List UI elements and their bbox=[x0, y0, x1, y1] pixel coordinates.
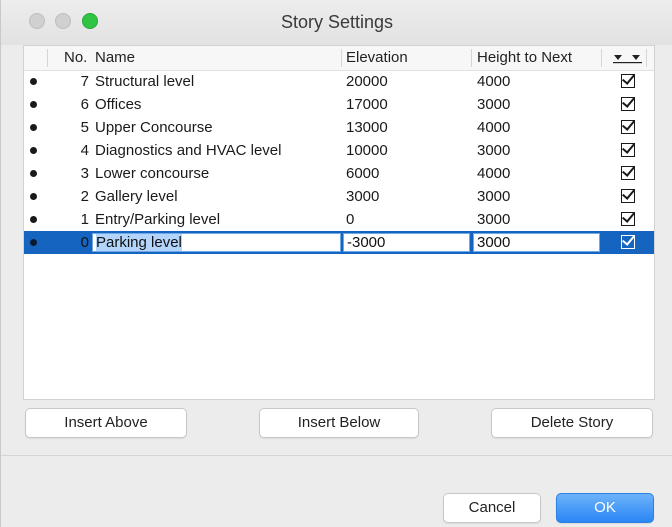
story-name: Gallery level bbox=[95, 188, 178, 205]
visibility-checkbox[interactable] bbox=[621, 120, 635, 134]
cancel-button[interactable]: Cancel bbox=[443, 493, 541, 523]
story-name-field[interactable]: Parking level bbox=[92, 233, 341, 252]
story-row[interactable]: 2 Gallery level 3000 3000 bbox=[24, 185, 654, 208]
visibility-checkbox[interactable] bbox=[621, 97, 635, 111]
story-name: Upper Concourse bbox=[95, 119, 213, 136]
story-name: Parking level bbox=[96, 234, 182, 251]
story-row[interactable]: 4 Diagnostics and HVAC level 10000 3000 bbox=[24, 139, 654, 162]
column-header-height[interactable]: Height to Next bbox=[477, 49, 572, 66]
bullet-icon bbox=[30, 101, 37, 108]
bullet-icon bbox=[30, 124, 37, 131]
visibility-checkbox[interactable] bbox=[621, 143, 635, 157]
story-number: 4 bbox=[80, 142, 89, 159]
story-elevation: 3000 bbox=[346, 188, 380, 205]
header-separator bbox=[341, 49, 342, 67]
header-separator bbox=[646, 49, 647, 67]
story-row[interactable]: 1 Entry/Parking level 0 3000 bbox=[24, 208, 654, 231]
story-name: Diagnostics and HVAC level bbox=[95, 142, 282, 159]
bullet-icon bbox=[30, 239, 37, 246]
story-elevation-field[interactable]: -3000 bbox=[343, 233, 470, 252]
visibility-checkbox[interactable] bbox=[621, 74, 635, 88]
bullet-icon bbox=[30, 193, 37, 200]
header-separator bbox=[47, 49, 48, 67]
story-height: 3000 bbox=[477, 142, 511, 159]
story-elevation: 0 bbox=[346, 211, 355, 228]
story-name: Offices bbox=[95, 96, 142, 113]
story-number: 3 bbox=[80, 165, 89, 182]
story-height: 3000 bbox=[477, 211, 511, 228]
story-elevation: 17000 bbox=[346, 96, 388, 113]
story-number: 7 bbox=[80, 73, 89, 90]
story-height: 4000 bbox=[477, 73, 511, 90]
insert-below-button[interactable]: Insert Below bbox=[259, 408, 419, 438]
column-menu-icon[interactable] bbox=[612, 54, 648, 64]
visibility-checkbox[interactable] bbox=[621, 189, 635, 203]
story-number: 2 bbox=[80, 188, 89, 205]
story-name: Structural level bbox=[95, 73, 195, 90]
story-settings-window: Story Settings No. Name Elevation Height… bbox=[0, 0, 672, 527]
visibility-checkbox[interactable] bbox=[621, 212, 635, 226]
story-elevation: 6000 bbox=[346, 165, 380, 182]
column-header-no[interactable]: No. bbox=[64, 49, 87, 66]
story-number: 6 bbox=[80, 96, 89, 113]
bullet-icon bbox=[30, 147, 37, 154]
column-header-name[interactable]: Name bbox=[95, 49, 135, 66]
column-header-elevation[interactable]: Elevation bbox=[346, 49, 408, 66]
story-height: 4000 bbox=[477, 165, 511, 182]
delete-story-button[interactable]: Delete Story bbox=[491, 408, 653, 438]
story-height: 3000 bbox=[477, 96, 511, 113]
story-row[interactable]: 3 Lower concourse 6000 4000 bbox=[24, 162, 654, 185]
story-name: Lower concourse bbox=[95, 165, 210, 182]
visibility-checkbox[interactable] bbox=[621, 235, 635, 249]
story-row[interactable]: 6 Offices 17000 3000 bbox=[24, 93, 654, 116]
story-row[interactable]: 5 Upper Concourse 13000 4000 bbox=[24, 116, 654, 139]
header-separator bbox=[601, 49, 602, 67]
insert-above-button[interactable]: Insert Above bbox=[25, 408, 187, 438]
bullet-icon bbox=[30, 170, 37, 177]
story-height: 4000 bbox=[477, 119, 511, 136]
title-bar: Story Settings bbox=[1, 0, 672, 45]
story-list: No. Name Elevation Height to Next 7 Stru… bbox=[23, 45, 655, 400]
story-number: 5 bbox=[80, 119, 89, 136]
story-elevation: 10000 bbox=[346, 142, 388, 159]
story-elevation: 20000 bbox=[346, 73, 388, 90]
header-separator bbox=[471, 49, 472, 67]
divider bbox=[1, 455, 672, 456]
story-row-selected[interactable]: 0 Parking level -3000 3000 bbox=[24, 231, 654, 254]
story-number: 1 bbox=[80, 211, 89, 228]
ok-button[interactable]: OK bbox=[556, 493, 654, 523]
story-elevation: 13000 bbox=[346, 119, 388, 136]
list-header: No. Name Elevation Height to Next bbox=[24, 46, 654, 71]
bullet-icon bbox=[30, 216, 37, 223]
story-height: 3000 bbox=[477, 188, 511, 205]
story-row[interactable]: 7 Structural level 20000 4000 bbox=[24, 70, 654, 93]
story-height-field[interactable]: 3000 bbox=[473, 233, 600, 252]
story-number: 0 bbox=[80, 234, 89, 251]
bullet-icon bbox=[30, 78, 37, 85]
story-name: Entry/Parking level bbox=[95, 211, 221, 228]
visibility-checkbox[interactable] bbox=[621, 166, 635, 180]
window-title: Story Settings bbox=[280, 12, 394, 32]
